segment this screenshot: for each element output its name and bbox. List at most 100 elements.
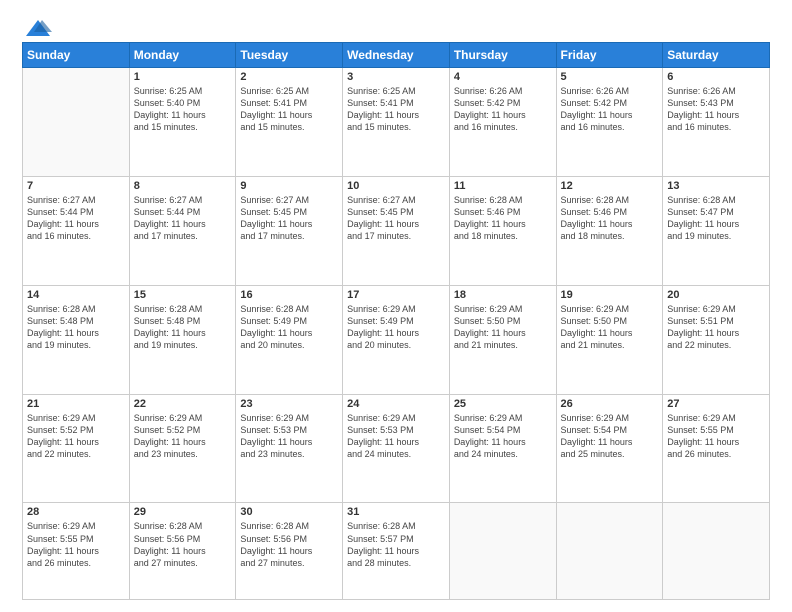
cell-content: Sunrise: 6:29 AM Sunset: 5:54 PM Dayligh…	[454, 412, 552, 461]
calendar-cell: 22 Sunrise: 6:29 AM Sunset: 5:52 PM Dayli…	[129, 394, 236, 503]
day-number: 14	[27, 289, 125, 301]
calendar-cell: 26 Sunrise: 6:29 AM Sunset: 5:54 PM Dayli…	[556, 394, 663, 503]
cell-content: Sunrise: 6:29 AM Sunset: 5:55 PM Dayligh…	[667, 412, 765, 461]
cell-content: Sunrise: 6:28 AM Sunset: 5:56 PM Dayligh…	[134, 520, 232, 569]
cell-content: Sunrise: 6:29 AM Sunset: 5:50 PM Dayligh…	[454, 303, 552, 352]
calendar-cell: 30Sunrise: 6:28 AM Sunset: 5:56 PM Dayli…	[236, 503, 343, 600]
cell-content: Sunrise: 6:25 AM Sunset: 5:41 PM Dayligh…	[240, 85, 338, 134]
calendar-day-header: Saturday	[663, 43, 770, 68]
cell-content: Sunrise: 6:27 AM Sunset: 5:44 PM Dayligh…	[27, 194, 125, 243]
day-number: 1	[134, 71, 232, 83]
calendar-cell: 19Sunrise: 6:29 AM Sunset: 5:50 PM Dayli…	[556, 285, 663, 394]
cell-content: Sunrise: 6:29 AM Sunset: 5:52 PM Dayligh…	[134, 412, 232, 461]
calendar-cell: 3 Sunrise: 6:25 AM Sunset: 5:41 PM Daylig…	[343, 68, 450, 177]
calendar-cell: 31Sunrise: 6:28 AM Sunset: 5:57 PM Dayli…	[343, 503, 450, 600]
day-number: 10	[347, 180, 445, 192]
cell-content: Sunrise: 6:28 AM Sunset: 5:48 PM Dayligh…	[134, 303, 232, 352]
day-number: 28	[27, 506, 125, 518]
cell-content: Sunrise: 6:28 AM Sunset: 5:46 PM Dayligh…	[561, 194, 659, 243]
logo	[22, 18, 52, 34]
cell-content: Sunrise: 6:29 AM Sunset: 5:54 PM Dayligh…	[561, 412, 659, 461]
cell-content: Sunrise: 6:29 AM Sunset: 5:55 PM Dayligh…	[27, 520, 125, 569]
calendar-day-header: Sunday	[23, 43, 130, 68]
calendar-table: SundayMondayTuesdayWednesdayThursdayFrid…	[22, 42, 770, 600]
calendar-cell: 6 Sunrise: 6:26 AM Sunset: 5:43 PM Daylig…	[663, 68, 770, 177]
calendar-cell: 17Sunrise: 6:29 AM Sunset: 5:49 PM Dayli…	[343, 285, 450, 394]
day-number: 31	[347, 506, 445, 518]
day-number: 21	[27, 398, 125, 410]
cell-content: Sunrise: 6:29 AM Sunset: 5:52 PM Dayligh…	[27, 412, 125, 461]
day-number: 13	[667, 180, 765, 192]
calendar-cell: 10 Sunrise: 6:27 AM Sunset: 5:45 PM Dayli…	[343, 176, 450, 285]
day-number: 8	[134, 180, 232, 192]
calendar-cell: 11Sunrise: 6:28 AM Sunset: 5:46 PM Dayli…	[449, 176, 556, 285]
calendar-cell: 13 Sunrise: 6:28 AM Sunset: 5:47 PM Dayli…	[663, 176, 770, 285]
calendar-cell: 7Sunrise: 6:27 AM Sunset: 5:44 PM Daylig…	[23, 176, 130, 285]
day-number: 25	[454, 398, 552, 410]
calendar-cell: 16 Sunrise: 6:28 AM Sunset: 5:49 PM Dayli…	[236, 285, 343, 394]
cell-content: Sunrise: 6:27 AM Sunset: 5:44 PM Dayligh…	[134, 194, 232, 243]
calendar-cell: 15 Sunrise: 6:28 AM Sunset: 5:48 PM Dayli…	[129, 285, 236, 394]
day-number: 30	[240, 506, 338, 518]
day-number: 5	[561, 71, 659, 83]
cell-content: Sunrise: 6:25 AM Sunset: 5:41 PM Dayligh…	[347, 85, 445, 134]
day-number: 15	[134, 289, 232, 301]
day-number: 22	[134, 398, 232, 410]
day-number: 18	[454, 289, 552, 301]
day-number: 24	[347, 398, 445, 410]
day-number: 20	[667, 289, 765, 301]
logo-icon	[24, 18, 52, 38]
calendar-cell: 5Sunrise: 6:26 AM Sunset: 5:42 PM Daylig…	[556, 68, 663, 177]
calendar-cell: 9 Sunrise: 6:27 AM Sunset: 5:45 PM Daylig…	[236, 176, 343, 285]
calendar-cell	[23, 68, 130, 177]
day-number: 3	[347, 71, 445, 83]
calendar-cell: 21 Sunrise: 6:29 AM Sunset: 5:52 PM Dayli…	[23, 394, 130, 503]
calendar-day-header: Friday	[556, 43, 663, 68]
day-number: 6	[667, 71, 765, 83]
day-number: 11	[454, 180, 552, 192]
calendar-cell: 2 Sunrise: 6:25 AM Sunset: 5:41 PM Daylig…	[236, 68, 343, 177]
day-number: 2	[240, 71, 338, 83]
calendar-cell: 24 Sunrise: 6:29 AM Sunset: 5:53 PM Dayli…	[343, 394, 450, 503]
calendar-cell	[663, 503, 770, 600]
header	[22, 18, 770, 34]
calendar-cell: 18 Sunrise: 6:29 AM Sunset: 5:50 PM Dayli…	[449, 285, 556, 394]
day-number: 16	[240, 289, 338, 301]
day-number: 27	[667, 398, 765, 410]
calendar-cell: 20 Sunrise: 6:29 AM Sunset: 5:51 PM Dayli…	[663, 285, 770, 394]
calendar-cell: 1 Sunrise: 6:25 AM Sunset: 5:40 PM Daylig…	[129, 68, 236, 177]
calendar-cell: 23 Sunrise: 6:29 AM Sunset: 5:53 PM Dayli…	[236, 394, 343, 503]
calendar-week-row: 7Sunrise: 6:27 AM Sunset: 5:44 PM Daylig…	[23, 176, 770, 285]
cell-content: Sunrise: 6:27 AM Sunset: 5:45 PM Dayligh…	[347, 194, 445, 243]
day-number: 29	[134, 506, 232, 518]
calendar-cell: 14 Sunrise: 6:28 AM Sunset: 5:48 PM Dayli…	[23, 285, 130, 394]
calendar-cell: 28 Sunrise: 6:29 AM Sunset: 5:55 PM Dayli…	[23, 503, 130, 600]
cell-content: Sunrise: 6:26 AM Sunset: 5:43 PM Dayligh…	[667, 85, 765, 134]
day-number: 26	[561, 398, 659, 410]
cell-content: Sunrise: 6:29 AM Sunset: 5:53 PM Dayligh…	[347, 412, 445, 461]
calendar-header-row: SundayMondayTuesdayWednesdayThursdayFrid…	[23, 43, 770, 68]
calendar-cell	[556, 503, 663, 600]
calendar-cell: 12Sunrise: 6:28 AM Sunset: 5:46 PM Dayli…	[556, 176, 663, 285]
cell-content: Sunrise: 6:28 AM Sunset: 5:49 PM Dayligh…	[240, 303, 338, 352]
cell-content: Sunrise: 6:25 AM Sunset: 5:40 PM Dayligh…	[134, 85, 232, 134]
calendar-cell: 29 Sunrise: 6:28 AM Sunset: 5:56 PM Dayli…	[129, 503, 236, 600]
cell-content: Sunrise: 6:29 AM Sunset: 5:53 PM Dayligh…	[240, 412, 338, 461]
day-number: 23	[240, 398, 338, 410]
calendar-cell: 27 Sunrise: 6:29 AM Sunset: 5:55 PM Dayli…	[663, 394, 770, 503]
calendar-day-header: Thursday	[449, 43, 556, 68]
calendar-week-row: 21 Sunrise: 6:29 AM Sunset: 5:52 PM Dayli…	[23, 394, 770, 503]
calendar-cell: 25 Sunrise: 6:29 AM Sunset: 5:54 PM Dayli…	[449, 394, 556, 503]
cell-content: Sunrise: 6:29 AM Sunset: 5:51 PM Dayligh…	[667, 303, 765, 352]
calendar-day-header: Tuesday	[236, 43, 343, 68]
calendar-cell: 8 Sunrise: 6:27 AM Sunset: 5:44 PM Daylig…	[129, 176, 236, 285]
calendar-day-header: Monday	[129, 43, 236, 68]
cell-content: Sunrise: 6:28 AM Sunset: 5:47 PM Dayligh…	[667, 194, 765, 243]
day-number: 17	[347, 289, 445, 301]
cell-content: Sunrise: 6:29 AM Sunset: 5:50 PM Dayligh…	[561, 303, 659, 352]
cell-content: Sunrise: 6:27 AM Sunset: 5:45 PM Dayligh…	[240, 194, 338, 243]
page: SundayMondayTuesdayWednesdayThursdayFrid…	[0, 0, 792, 612]
day-number: 4	[454, 71, 552, 83]
cell-content: Sunrise: 6:28 AM Sunset: 5:48 PM Dayligh…	[27, 303, 125, 352]
day-number: 9	[240, 180, 338, 192]
